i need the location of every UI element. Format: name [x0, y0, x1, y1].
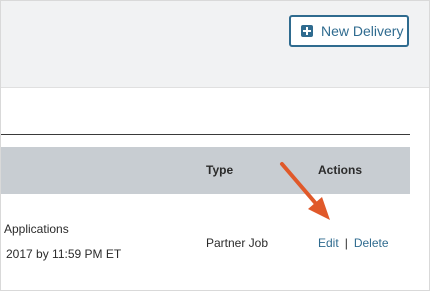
delete-link[interactable]: Delete — [354, 236, 389, 250]
new-delivery-label: New Delivery — [321, 23, 404, 39]
table-header: Type Actions — [1, 147, 410, 194]
row-actions: Edit | Delete — [318, 236, 389, 250]
column-header-type: Type — [206, 163, 234, 177]
delivery-due-date: 2017 by 11:59 PM ET — [6, 247, 122, 261]
page-frame: New Delivery Type Actions Applications 2… — [0, 0, 430, 291]
edit-link[interactable]: Edit — [318, 236, 339, 250]
column-header-actions: Actions — [318, 163, 363, 177]
section-divider — [1, 134, 410, 135]
delivery-type: Partner Job — [206, 236, 269, 250]
plus-square-icon — [301, 25, 313, 37]
page-header: New Delivery — [1, 1, 429, 88]
action-separator: | — [344, 236, 348, 250]
new-delivery-button[interactable]: New Delivery — [289, 15, 409, 47]
delivery-title: Applications — [4, 222, 69, 236]
